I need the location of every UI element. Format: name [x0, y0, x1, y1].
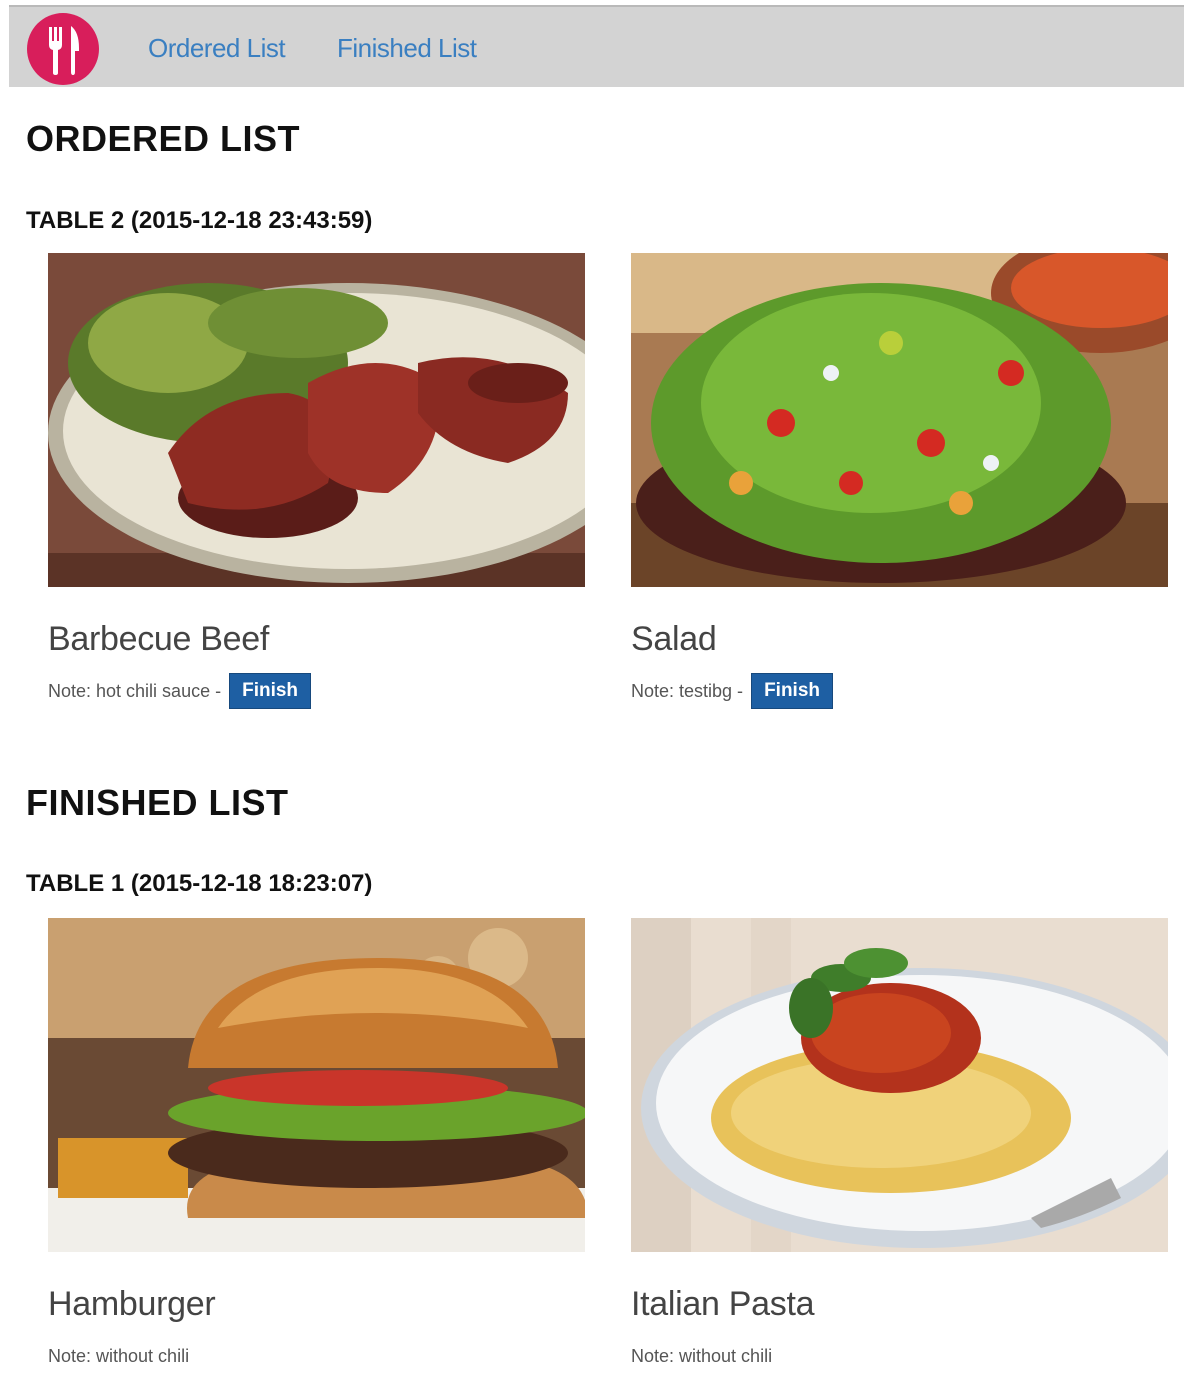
finished-card: Italian Pasta Note: without chili [631, 918, 1168, 1374]
finished-list-title: FINISHED LIST [26, 782, 289, 823]
nav-link-finished-list[interactable]: Finished List [337, 33, 477, 64]
finished-card: Hamburger Note: without chili [48, 918, 585, 1374]
dish-note: Note: without chili [631, 1345, 773, 1366]
nav-link-ordered-list[interactable]: Ordered List [148, 33, 286, 64]
dish-note-row: Note: without chili [631, 1336, 1168, 1374]
top-navbar: Ordered List Finished List [9, 5, 1184, 87]
finished-table-label: TABLE 1 (2015-12-18 18:23:07) [26, 870, 373, 897]
dish-name: Barbecue Beef [48, 620, 270, 658]
dish-note-row: Note: hot chili sauce - Finish [48, 671, 585, 711]
barbecue-beef-photo [48, 253, 585, 587]
dish-note-row: Note: testibg - Finish [631, 671, 1168, 711]
dish-name: Hamburger [48, 1285, 216, 1323]
hamburger-photo [48, 918, 585, 1252]
dish-name: Salad [631, 620, 717, 658]
italian-pasta-photo [631, 918, 1168, 1252]
salad-photo [631, 253, 1168, 587]
finish-button[interactable]: Finish [229, 673, 312, 709]
dish-name: Italian Pasta [631, 1285, 815, 1323]
order-card: Barbecue Beef Note: hot chili sauce - Fi… [48, 253, 585, 711]
dish-note: Note: without chili [48, 1345, 190, 1366]
dish-note: Note: hot chili sauce - [48, 680, 222, 701]
ordered-table-label: TABLE 2 (2015-12-18 23:43:59) [26, 207, 373, 234]
dish-note: Note: testibg - [631, 680, 744, 701]
ordered-list-title: ORDERED LIST [26, 118, 301, 159]
dish-note-row: Note: without chili [48, 1336, 585, 1374]
finish-button[interactable]: Finish [751, 673, 834, 709]
order-card: Salad Note: testibg - Finish [631, 253, 1168, 711]
fork-knife-icon[interactable] [27, 13, 99, 85]
